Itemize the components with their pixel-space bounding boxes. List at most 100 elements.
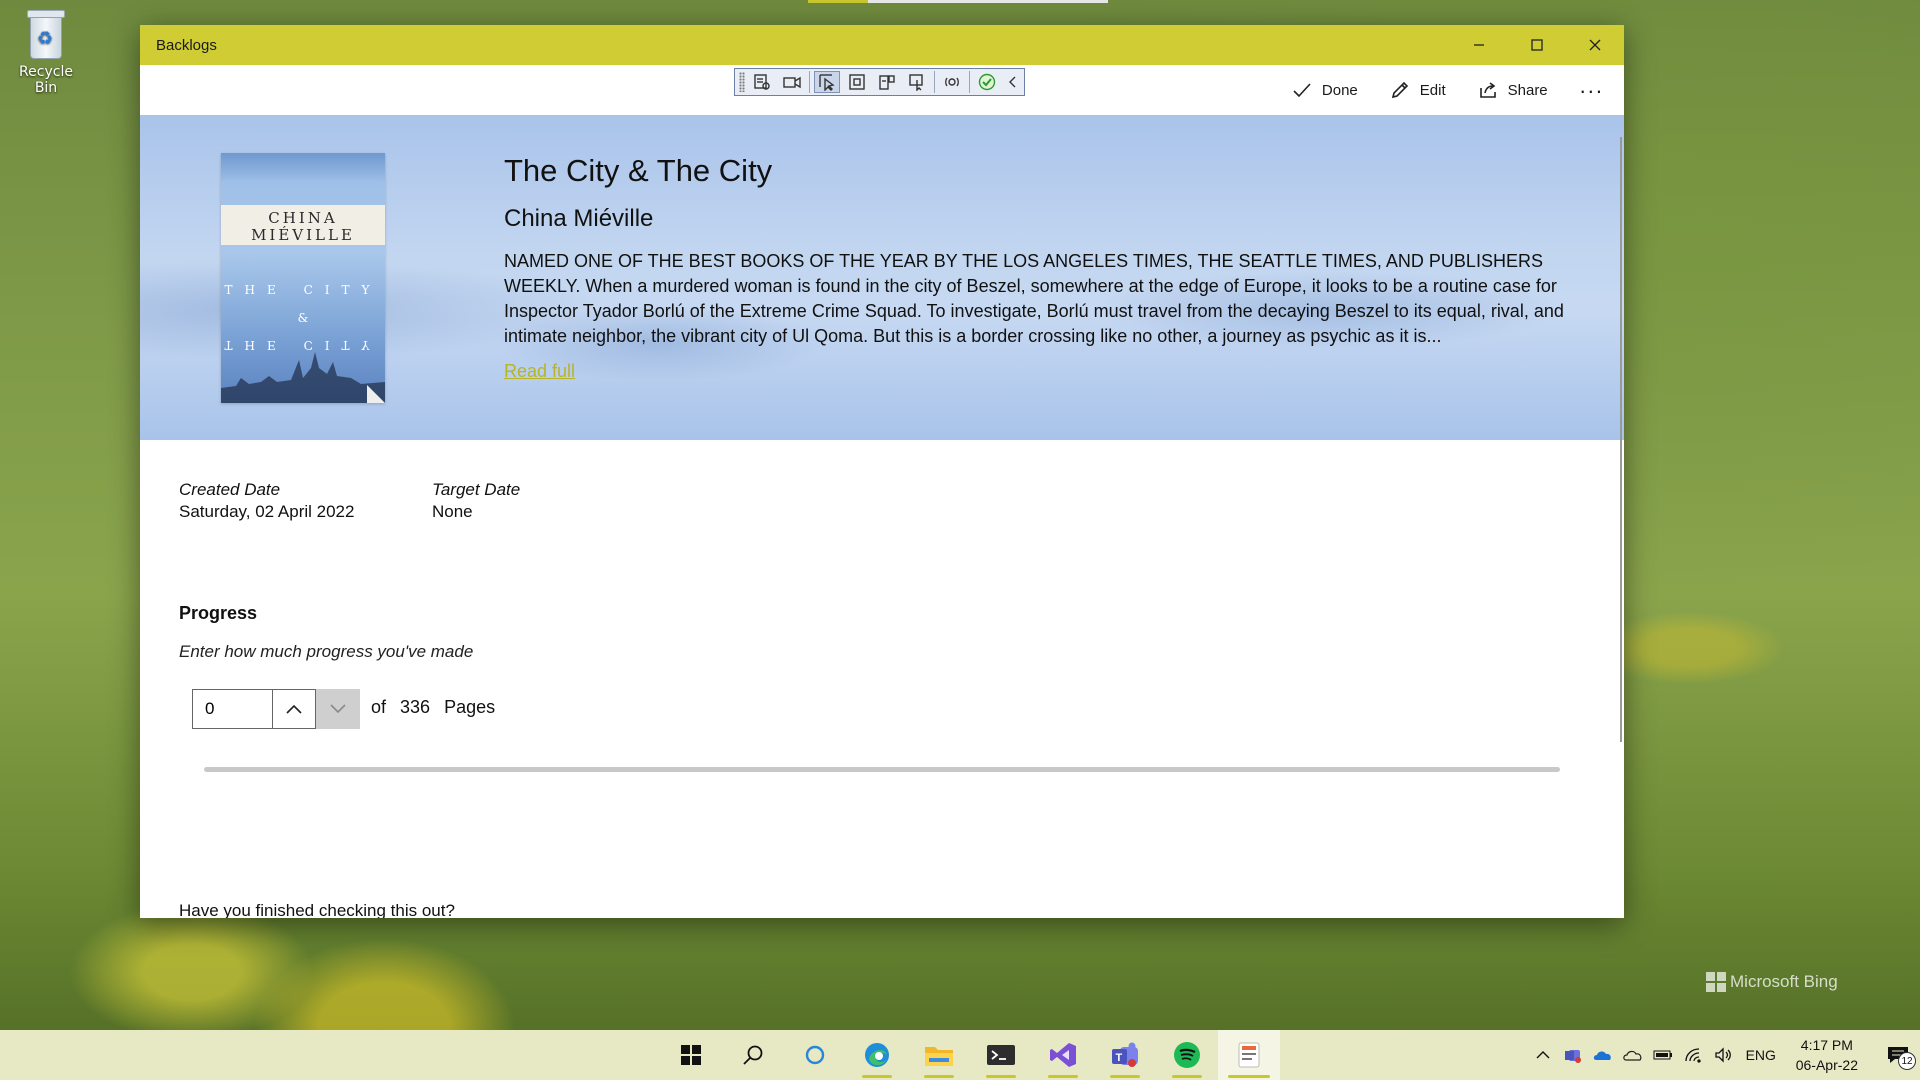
share-icon (1479, 82, 1496, 98)
window-title: Backlogs (156, 36, 217, 54)
book-description: NAMED ONE OF THE BEST BOOKS OF THE YEAR … (504, 251, 1564, 346)
system-tray: ENG 4:17 PM 06-Apr-22 12 (1528, 1030, 1920, 1080)
share-button[interactable]: Share (1478, 65, 1548, 115)
close-button[interactable] (1566, 25, 1624, 65)
hot-reload-button[interactable] (939, 71, 965, 93)
display-layout-adorners-button[interactable] (844, 71, 870, 93)
decrement-button[interactable] (316, 689, 360, 729)
vertical-scrollbar[interactable] (1620, 137, 1622, 742)
done-button[interactable]: Done (1292, 65, 1358, 115)
done-label: Done (1321, 81, 1358, 99)
page-total: of 336 Pages (371, 697, 495, 718)
title-bar[interactable]: Backlogs (140, 25, 1624, 65)
teams-tray-icon[interactable] (1558, 1030, 1588, 1080)
select-element-button[interactable] (814, 71, 840, 93)
chevron-left-icon (1009, 76, 1016, 88)
edit-button[interactable]: Edit (1390, 65, 1446, 115)
of-label: of (371, 697, 387, 717)
edit-label: Edit (1419, 81, 1446, 99)
total-pages: 336 (400, 697, 431, 717)
binding-failures-button[interactable] (904, 71, 930, 93)
maximize-button[interactable] (1508, 25, 1566, 65)
cover-title-line1: THE CITY (224, 283, 382, 297)
target-date-label: Target Date (432, 480, 521, 499)
background-window-edge (808, 0, 1108, 3)
edge-taskbar-button[interactable] (846, 1030, 908, 1080)
xaml-debug-toolbar (734, 68, 1025, 96)
battery-tray-icon[interactable] (1648, 1030, 1678, 1080)
display-layout-adorners-icon (849, 74, 865, 90)
collapse-toolbar-button[interactable] (1004, 71, 1020, 93)
hot-reload-ok-icon (978, 73, 996, 91)
more-options-button[interactable]: ... (1580, 75, 1604, 105)
action-center-button[interactable]: 12 (1876, 1030, 1920, 1080)
onedrive-tray-icon[interactable] (1588, 1030, 1618, 1080)
bing-logo-icon (1706, 972, 1726, 992)
visual-studio-icon (1050, 1043, 1076, 1067)
cover-amp: & (297, 311, 309, 325)
input-language-button[interactable]: ENG (1738, 1030, 1784, 1080)
created-date-group: Created Date Saturday, 02 April 2022 (179, 480, 419, 522)
target-date-group: Target Date None (432, 480, 672, 522)
binding-failures-icon (909, 74, 923, 91)
chevron-down-icon (330, 704, 346, 714)
clock-button[interactable]: 4:17 PM 06-Apr-22 (1796, 1035, 1858, 1075)
clock-date: 06-Apr-22 (1795, 1057, 1858, 1073)
toolbar-separator (969, 71, 970, 93)
book-author: China Miéville (504, 205, 654, 232)
progress-heading: Progress (179, 603, 258, 623)
toolbar-separator (934, 71, 935, 93)
hot-reload-status-button[interactable] (974, 71, 1000, 93)
cloud-icon (1623, 1050, 1642, 1061)
file-explorer-taskbar-button[interactable] (908, 1030, 970, 1080)
battery-icon (1653, 1050, 1672, 1060)
hot-reload-icon (945, 77, 959, 87)
backlogs-taskbar-button[interactable] (1218, 1030, 1280, 1080)
onedrive-personal-tray-icon[interactable] (1618, 1030, 1648, 1080)
share-label: Share (1507, 81, 1548, 99)
minimize-button[interactable] (1450, 25, 1508, 65)
backlogs-window: Backlogs Done Edit Share ... CHINA MIÉVI… (140, 25, 1624, 918)
live-visual-tree-icon (754, 74, 770, 90)
record-icon (783, 76, 801, 89)
show-hidden-icons-button[interactable] (1528, 1030, 1558, 1080)
teams-taskbar-button[interactable]: T (1094, 1030, 1156, 1080)
volume-tray-icon[interactable] (1708, 1030, 1738, 1080)
notification-count-badge: 12 (1898, 1052, 1916, 1070)
search-icon (743, 1045, 763, 1065)
recycle-bin-shortcut[interactable]: ♻ Recycle Bin (6, 8, 86, 96)
book-cover-image: CHINA MIÉVILLE THE CITY & THE CITY (221, 153, 385, 403)
bing-watermark-text: Microsoft Bing (1730, 972, 1838, 991)
teams-icon (1564, 1050, 1581, 1063)
terminal-taskbar-button[interactable] (970, 1030, 1032, 1080)
spotify-taskbar-button[interactable] (1156, 1030, 1218, 1080)
checkmark-icon (1293, 83, 1311, 98)
target-date-value: None (432, 502, 473, 521)
network-tray-icon[interactable] (1678, 1030, 1708, 1080)
book-info: The City & The City China Miéville NAMED… (504, 153, 1574, 382)
select-element-icon (819, 74, 835, 91)
toolbar-grip[interactable] (739, 72, 745, 92)
live-visual-tree-button[interactable] (749, 71, 775, 93)
command-bar: Done Edit Share ... (140, 65, 1624, 115)
book-hero-section: CHINA MIÉVILLE THE CITY & THE CITY The C… (140, 115, 1624, 440)
cover-skyline (221, 352, 385, 403)
cover-author-line1: CHINA (268, 209, 338, 227)
progress-bar (204, 767, 1560, 772)
teams-icon: T (1112, 1042, 1138, 1067)
increment-button[interactable] (272, 689, 316, 729)
track-focus-icon (879, 75, 895, 90)
start-button[interactable] (660, 1030, 722, 1080)
visual-studio-taskbar-button[interactable] (1032, 1030, 1094, 1080)
close-icon (1589, 39, 1601, 51)
record-button[interactable] (779, 71, 805, 93)
search-button[interactable] (722, 1030, 784, 1080)
edge-icon (865, 1043, 889, 1067)
read-full-link[interactable]: Read full (504, 361, 575, 382)
spotify-icon (1174, 1042, 1200, 1068)
cortana-button[interactable] (784, 1030, 846, 1080)
progress-input[interactable]: 0 (192, 689, 272, 729)
file-explorer-icon (925, 1047, 953, 1066)
track-focus-button[interactable] (874, 71, 900, 93)
recycle-bin-label: Recycle Bin (19, 64, 73, 96)
